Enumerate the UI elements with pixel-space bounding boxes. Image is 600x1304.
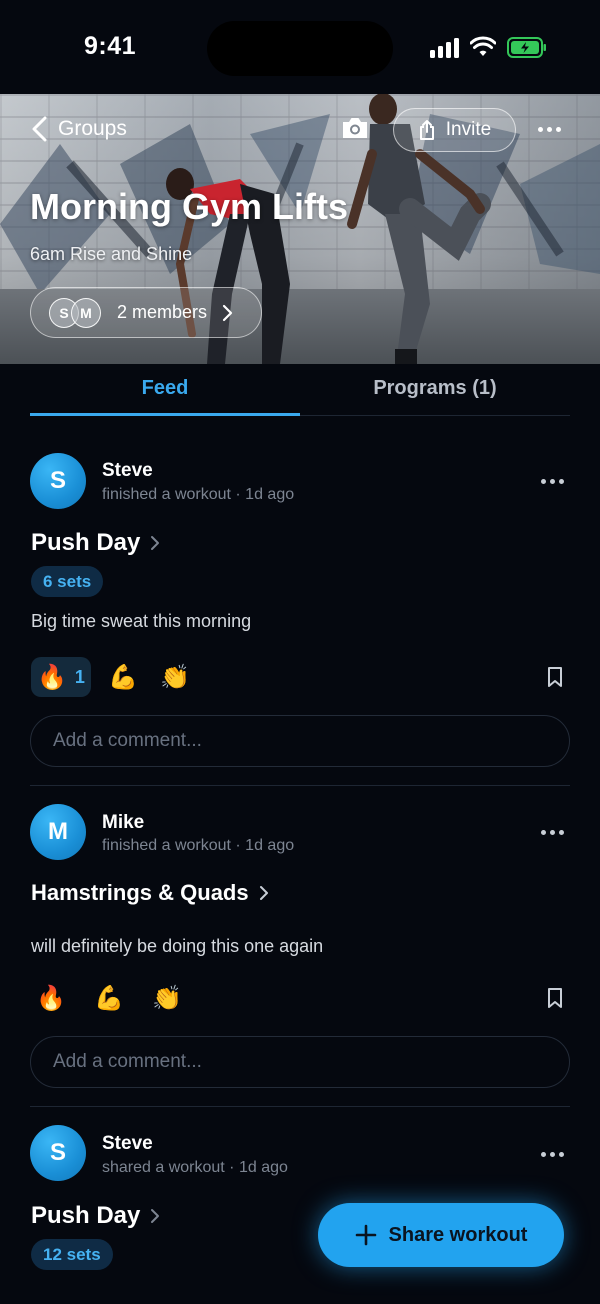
post-meta: shared a workout · 1d ago: [102, 1159, 288, 1176]
battery-icon: [507, 37, 546, 58]
workout-title: Hamstrings & Quads: [31, 880, 249, 905]
post-caption: will definitely be doing this one again: [31, 936, 324, 956]
share-icon: [419, 120, 434, 140]
signal-icon: [430, 38, 460, 58]
muscle-emoji: 💪: [107, 663, 138, 691]
dynamic-island: [207, 21, 393, 76]
muscle-emoji: 💪: [94, 984, 124, 1012]
reaction-fire[interactable]: 🔥: [31, 978, 71, 1018]
invite-label: Invite: [445, 119, 492, 140]
reaction-clap[interactable]: 👏: [155, 657, 195, 697]
share-workout-button[interactable]: Share workout: [318, 1203, 564, 1267]
avatar[interactable]: M: [30, 804, 86, 860]
workout-title: Push Day: [31, 1202, 141, 1229]
comment-input[interactable]: Add a comment...: [30, 1036, 570, 1088]
divider: [30, 785, 570, 786]
divider: [30, 1106, 570, 1107]
fire-emoji: 🔥: [37, 663, 67, 691]
username[interactable]: Steve: [102, 460, 153, 482]
tab-feed[interactable]: Feed: [30, 364, 300, 416]
reaction-count: 1: [74, 666, 85, 687]
back-button[interactable]: Groups: [30, 116, 127, 142]
avatar[interactable]: S: [30, 453, 86, 509]
chevron-right-icon: [151, 536, 160, 550]
chevron-left-icon: [32, 116, 47, 142]
workout-title-link[interactable]: Hamstrings & Quads: [31, 880, 269, 906]
reaction-muscle[interactable]: 💪: [103, 657, 143, 697]
tab-bar: Feed Programs (1): [30, 364, 570, 416]
members-label: 2 members: [117, 302, 208, 322]
reactions-bar: 🔥 💪 👏: [31, 978, 187, 1018]
status-bar: 9:41: [0, 0, 600, 94]
plus-icon: [355, 1224, 376, 1246]
fire-emoji: 🔥: [36, 984, 66, 1012]
post-caption: Big time sweat this morning: [31, 611, 252, 631]
bookmark-icon[interactable]: [547, 666, 563, 688]
group-header-hero: Groups Invite Morning Gym Lifts 6am Rise…: [0, 94, 600, 364]
username[interactable]: Mike: [102, 812, 144, 834]
workout-title-link[interactable]: Push Day: [31, 1202, 160, 1230]
comment-input[interactable]: Add a comment...: [30, 715, 570, 767]
chevron-right-icon: [222, 304, 233, 321]
sets-badge: 6 sets: [31, 566, 104, 597]
invite-button[interactable]: Invite: [393, 108, 516, 152]
status-time: 9:41: [84, 32, 137, 60]
more-icon[interactable]: [541, 830, 564, 835]
avatar[interactable]: S: [30, 1125, 86, 1181]
chevron-right-icon: [151, 1209, 160, 1223]
members-button[interactable]: S M 2 members: [30, 287, 262, 338]
group-subtitle: 6am Rise and Shine: [30, 244, 193, 264]
workout-title-link[interactable]: Push Day: [31, 529, 160, 557]
more-icon[interactable]: [541, 1152, 564, 1157]
tab-programs[interactable]: Programs (1): [300, 364, 570, 415]
member-avatars: S M: [49, 297, 107, 328]
more-icon[interactable]: [538, 120, 564, 138]
member-avatar: M: [71, 297, 101, 328]
back-label: Groups: [58, 117, 127, 140]
clap-emoji: 👏: [159, 663, 190, 691]
more-icon[interactable]: [541, 479, 564, 484]
workout-title: Push Day: [31, 529, 141, 556]
camera-icon[interactable]: [340, 114, 370, 142]
chevron-right-icon: [259, 886, 268, 900]
reaction-clap[interactable]: 👏: [147, 978, 187, 1018]
share-workout-label: Share workout: [388, 1223, 528, 1246]
bookmark-icon[interactable]: [547, 987, 563, 1009]
group-title: Morning Gym Lifts: [30, 186, 348, 227]
post-meta: finished a workout · 1d ago: [102, 837, 295, 854]
username[interactable]: Steve: [102, 1133, 153, 1155]
reactions-bar: 🔥 1 💪 👏: [31, 657, 195, 697]
post-meta: finished a workout · 1d ago: [102, 486, 295, 503]
reaction-muscle[interactable]: 💪: [89, 978, 129, 1018]
wifi-icon: [470, 36, 496, 56]
clap-emoji: 👏: [152, 984, 182, 1012]
reaction-fire[interactable]: 🔥 1: [31, 657, 91, 697]
sets-badge: 12 sets: [31, 1239, 113, 1270]
